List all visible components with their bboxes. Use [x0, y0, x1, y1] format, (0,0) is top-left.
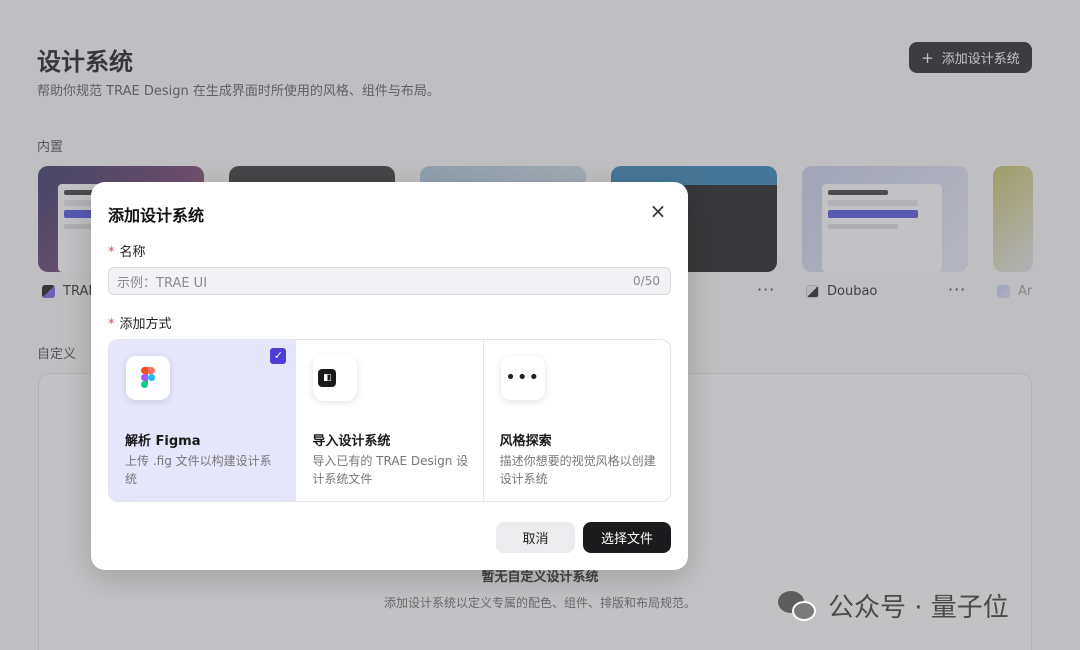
cancel-button[interactable]: 取消	[496, 522, 575, 553]
option-description: 描述你想要的视觉风格以创建设计系统	[499, 454, 656, 486]
close-icon[interactable]: ×	[649, 201, 667, 221]
option-title: 风格探索	[499, 434, 552, 449]
watermark: 公众号 · 量子位	[778, 587, 1009, 624]
figma-icon	[126, 356, 170, 400]
character-counter: 0/50	[633, 274, 660, 288]
choose-file-button[interactable]: 选择文件	[583, 522, 671, 553]
watermark-text: 公众号 · 量子位	[828, 593, 1009, 623]
option-title: 导入设计系统	[312, 434, 391, 449]
wechat-icon	[778, 589, 818, 623]
option-import-design-system[interactable]: ◧ 导入设计系统 导入已有的 TRAE Design 设计系统文件	[296, 340, 484, 501]
option-style-exploration[interactable]: ••• 风格探索 描述你想要的视觉风格以创建设计系统	[484, 340, 670, 501]
chat-bubble-icon: •••	[500, 356, 545, 400]
option-description: 上传 .fig 文件以构建设计系统	[125, 454, 272, 486]
required-mark: *	[108, 317, 115, 332]
method-field-label: * 添加方式	[108, 313, 172, 332]
checkbox-checked-icon[interactable]: ✓	[270, 348, 287, 364]
add-method-options: ✓ 解析 Figma 上传 .fig 文件以构建设计系统 ◧ 导入设计系统 导入…	[108, 339, 671, 502]
option-parse-figma[interactable]: ✓ 解析 Figma 上传 .fig 文件以构建设计系统	[109, 340, 297, 501]
method-label-text: 添加方式	[119, 317, 172, 332]
document-icon: ◧	[313, 355, 358, 401]
option-description: 导入已有的 TRAE Design 设计系统文件	[312, 454, 469, 486]
required-mark: *	[108, 245, 115, 260]
name-input[interactable]: 示例：TRAE UI 0/50	[108, 267, 671, 295]
name-label-text: 名称	[119, 245, 146, 260]
dialog-title: 添加设计系统	[108, 206, 205, 225]
option-title: 解析 Figma	[125, 434, 201, 449]
add-design-system-dialog: 添加设计系统 × * 名称 示例：TRAE UI 0/50 * 添加方式 ✓ 解析 …	[91, 182, 688, 570]
name-input-placeholder: 示例：TRAE UI	[117, 275, 208, 291]
name-field-label: * 名称	[108, 241, 146, 260]
